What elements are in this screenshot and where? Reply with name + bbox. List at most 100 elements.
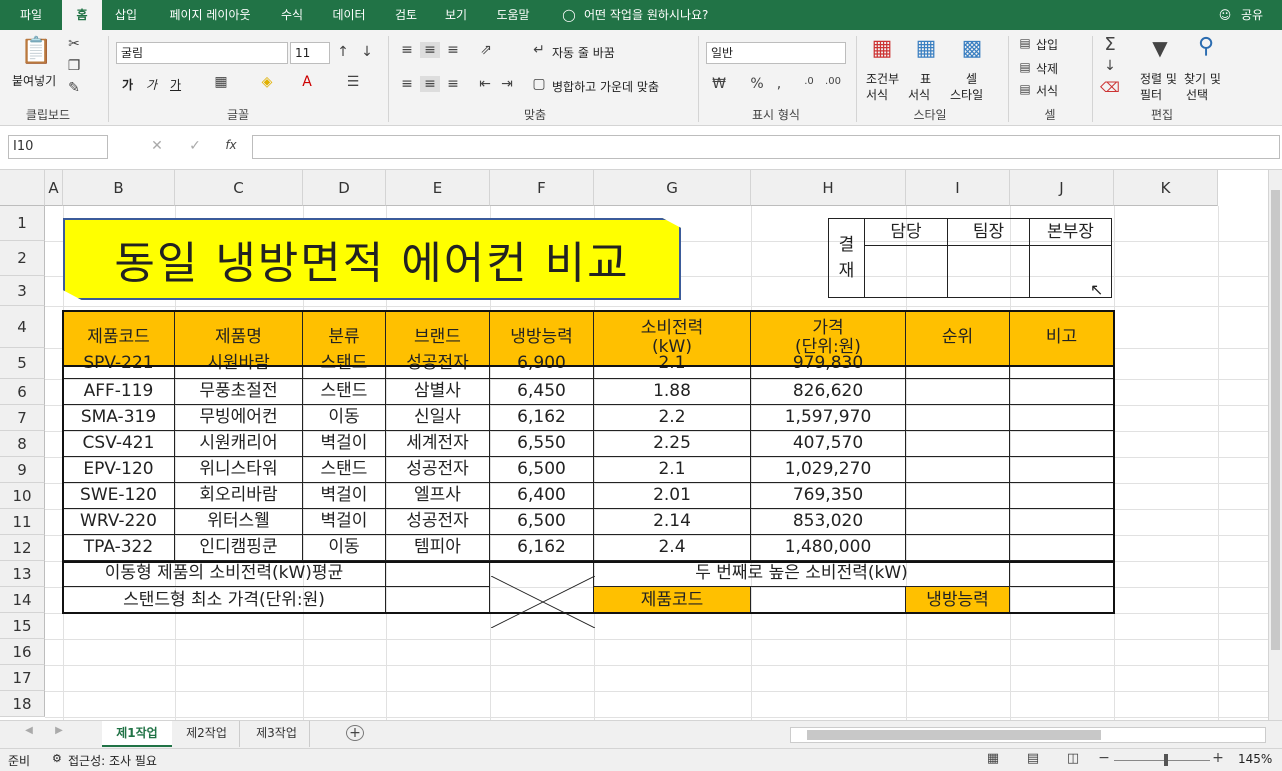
merge-center-button[interactable]: 병합하고 가운데 맞춤: [552, 78, 659, 95]
paste-icon[interactable]: 📋: [20, 36, 52, 68]
merge-icon[interactable]: ▢: [530, 76, 548, 92]
row-header[interactable]: 13: [0, 561, 45, 587]
accessibility-status[interactable]: 접근성: 조사 필요: [68, 752, 157, 769]
summary-value-mobile-avg[interactable]: [386, 561, 490, 587]
row-header[interactable]: 8: [0, 431, 45, 457]
column-header[interactable]: K: [1114, 170, 1218, 206]
clear-icon[interactable]: ⌫: [1100, 80, 1120, 96]
row-header[interactable]: 4: [0, 306, 45, 348]
table-cell[interactable]: 벽걸이: [303, 431, 386, 457]
sort-filter-icon[interactable]: ▼: [1146, 36, 1174, 60]
vertical-scrollbar[interactable]: [1268, 170, 1282, 720]
align-bottom-icon[interactable]: ≡: [444, 42, 462, 58]
column-header[interactable]: H: [751, 170, 906, 206]
sheet-tab-2[interactable]: 제2작업: [174, 721, 240, 747]
table-cell[interactable]: 인디캠핑쿤: [175, 535, 303, 561]
sheet-tab-1[interactable]: 제1작업: [102, 721, 172, 747]
column-header[interactable]: C: [175, 170, 303, 206]
find-select-icon[interactable]: ⚲: [1192, 34, 1220, 59]
tab-review[interactable]: 검토: [386, 0, 426, 30]
table-cell[interactable]: 신일사: [386, 405, 490, 431]
zoom-in-icon[interactable]: +: [1212, 750, 1224, 766]
fill-color-icon[interactable]: ◈: [258, 74, 276, 90]
table-cell[interactable]: 2.1: [594, 348, 751, 379]
format-cells-icon[interactable]: ▤: [1018, 82, 1032, 96]
table-cell[interactable]: 시원바람: [175, 348, 303, 379]
fill-icon[interactable]: ↓: [1100, 58, 1120, 74]
table-cell[interactable]: 769,350: [751, 483, 906, 509]
share-button[interactable]: 공유: [1236, 0, 1268, 30]
prev-sheet-icon[interactable]: ◀: [22, 725, 36, 736]
tab-page-layout[interactable]: 페이지 레이아웃: [158, 0, 262, 30]
format-painter-icon[interactable]: ✎: [66, 80, 82, 96]
row-header[interactable]: 12: [0, 535, 45, 561]
align-top-icon[interactable]: ≡: [398, 42, 416, 58]
italic-button[interactable]: 가: [146, 76, 157, 93]
table-cell[interactable]: [1010, 379, 1114, 405]
row-header[interactable]: 9: [0, 457, 45, 483]
table-cell[interactable]: 6,500: [490, 509, 594, 535]
table-cell[interactable]: 엘프사: [386, 483, 490, 509]
zoom-out-icon[interactable]: −: [1098, 750, 1110, 766]
title-shape[interactable]: 동일 냉방면적 에어컨 비교: [63, 218, 681, 300]
formula-input[interactable]: [252, 135, 1280, 159]
underline-button[interactable]: 가: [170, 76, 181, 93]
table-cell[interactable]: 스탠드: [303, 348, 386, 379]
sheet-tab-3[interactable]: 제3작업: [244, 721, 310, 747]
horizontal-scrollbar[interactable]: [790, 727, 1266, 743]
percent-icon[interactable]: %: [748, 76, 766, 92]
wrap-text-icon[interactable]: ↵: [530, 42, 548, 58]
delete-cells-button[interactable]: 삭제: [1036, 60, 1058, 77]
tab-insert[interactable]: 삽입: [106, 0, 146, 30]
table-cell[interactable]: 826,620: [751, 379, 906, 405]
align-center-icon[interactable]: ≡: [420, 76, 440, 92]
lookup-label-code[interactable]: 제품코드: [594, 587, 751, 613]
column-header[interactable]: I: [906, 170, 1010, 206]
summary-value-second-power[interactable]: [1010, 561, 1114, 587]
increase-decimal-icon[interactable]: .0: [800, 76, 818, 87]
select-all-corner[interactable]: [0, 170, 45, 206]
table-cell[interactable]: 위니스타워: [175, 457, 303, 483]
table-cell[interactable]: 1.88: [594, 379, 751, 405]
row-header[interactable]: 2: [0, 241, 45, 276]
table-cell[interactable]: 성공전자: [386, 457, 490, 483]
table-cell[interactable]: 853,020: [751, 509, 906, 535]
lookup-value-cooling[interactable]: [1010, 587, 1114, 613]
table-cell[interactable]: 벽걸이: [303, 509, 386, 535]
column-header[interactable]: F: [490, 170, 594, 206]
wrap-text-button[interactable]: 자동 줄 바꿈: [552, 44, 615, 61]
table-cell[interactable]: [1010, 457, 1114, 483]
paste-button[interactable]: 붙여넣기: [12, 72, 56, 89]
summary-label-mobile-avg[interactable]: 이동형 제품의 소비전력(kW)평균: [63, 561, 386, 587]
align-right-icon[interactable]: ≡: [444, 76, 462, 92]
tab-view[interactable]: 보기: [436, 0, 476, 30]
tab-data[interactable]: 데이터: [324, 0, 374, 30]
table-cell[interactable]: 407,570: [751, 431, 906, 457]
table-cell[interactable]: 2.25: [594, 431, 751, 457]
table-cell[interactable]: [906, 509, 1010, 535]
column-header[interactable]: A: [45, 170, 63, 206]
next-sheet-icon[interactable]: ▶: [52, 725, 66, 736]
currency-icon[interactable]: ₩: [708, 76, 730, 92]
table-cell[interactable]: 2.2: [594, 405, 751, 431]
table-cell[interactable]: 이동: [303, 535, 386, 561]
table-cell[interactable]: 스탠드: [303, 379, 386, 405]
table-cell[interactable]: 6,400: [490, 483, 594, 509]
row-header[interactable]: 7: [0, 405, 45, 431]
font-size-box[interactable]: 11: [290, 42, 330, 64]
row-header[interactable]: 17: [0, 665, 45, 691]
table-cell[interactable]: WRV-220: [63, 509, 175, 535]
table-cell[interactable]: 무풍초절전: [175, 379, 303, 405]
number-format-box[interactable]: 일반: [706, 42, 846, 64]
column-header[interactable]: D: [303, 170, 386, 206]
normal-view-icon[interactable]: ▦: [984, 751, 1002, 766]
align-middle-icon[interactable]: ≡: [420, 42, 440, 58]
lookup-input-code[interactable]: [751, 587, 906, 613]
summary-value-stand-min[interactable]: [386, 587, 490, 613]
orientation-icon[interactable]: ⇗: [476, 42, 496, 58]
table-cell[interactable]: [906, 457, 1010, 483]
name-box[interactable]: I10: [8, 135, 108, 159]
table-cell[interactable]: 시원캐리어: [175, 431, 303, 457]
row-header[interactable]: 6: [0, 379, 45, 405]
cell-styles-icon[interactable]: ▩: [958, 36, 986, 61]
